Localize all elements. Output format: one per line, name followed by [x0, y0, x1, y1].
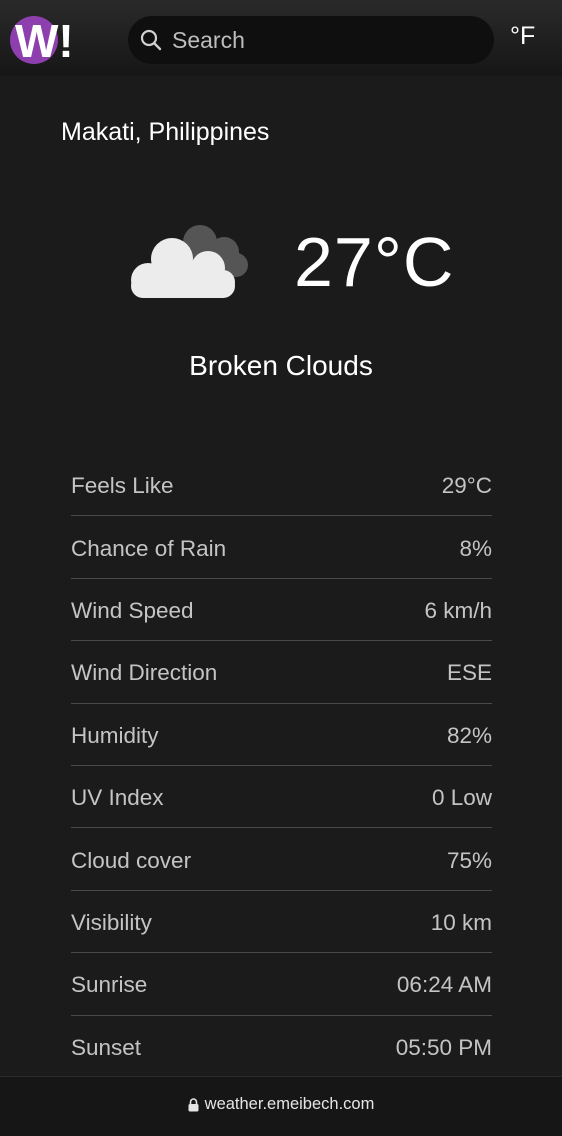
weather-details-list: Feels Like 29°C Chance of Rain 8% Wind S… [71, 455, 492, 1079]
detail-row-cloud-cover: Cloud cover 75% [71, 829, 492, 891]
detail-label: Feels Like [71, 473, 174, 499]
detail-value: 6 km/h [424, 597, 492, 623]
search-input[interactable] [172, 26, 462, 54]
detail-label: Sunset [71, 1034, 142, 1060]
location-title: Makati, Philippines [61, 118, 270, 146]
logo-text: W! [15, 15, 74, 66]
detail-row-feels-like: Feels Like 29°C [71, 455, 492, 517]
detail-row-wind-speed: Wind Speed 6 km/h [71, 580, 492, 642]
detail-label: Wind Direction [71, 660, 218, 686]
detail-value: 06:24 AM [396, 972, 492, 998]
detail-label: Visibility [71, 909, 152, 935]
current-temperature: 27°C [294, 223, 455, 301]
detail-value: 82% [446, 722, 492, 748]
weather-page: W! °F Makati, Philippines 27°C [0, 0, 562, 1136]
detail-row-visibility: Visibility 10 km [71, 892, 492, 954]
detail-value: 29°C [441, 473, 492, 499]
detail-value: 75% [446, 847, 492, 873]
detail-label: UV Index [71, 785, 164, 811]
detail-label: Humidity [71, 722, 159, 748]
app-logo[interactable]: W! [10, 14, 92, 66]
browser-url-bar[interactable]: weather.emeibech.com [0, 1076, 562, 1136]
weather-condition: Broken Clouds [189, 350, 373, 381]
detail-value: 8% [459, 535, 492, 561]
search-icon [140, 29, 162, 51]
detail-row-wind-direction: Wind Direction ESE [71, 642, 492, 704]
detail-value: ESE [446, 660, 492, 686]
lock-icon [188, 1097, 199, 1111]
detail-row-sunrise: Sunrise 06:24 AM [71, 954, 492, 1016]
detail-value: 0 Low [431, 785, 492, 811]
detail-row-chance-of-rain: Chance of Rain 8% [71, 517, 492, 579]
detail-label: Cloud cover [71, 847, 192, 873]
detail-row-sunset: Sunset 05:50 PM [71, 1017, 492, 1078]
detail-label: Sunrise [71, 972, 148, 998]
search-bar[interactable] [128, 16, 494, 64]
header-bar: W! °F [0, 0, 562, 76]
unit-toggle-button[interactable]: °F [510, 22, 535, 51]
detail-label: Chance of Rain [71, 535, 227, 561]
detail-row-humidity: Humidity 82% [71, 705, 492, 766]
detail-row-uv-index: UV Index 0 Low [71, 767, 492, 829]
detail-value: 05:50 PM [395, 1034, 492, 1060]
broken-clouds-icon [131, 225, 248, 298]
detail-label: Wind Speed [71, 597, 194, 623]
detail-value: 10 km [430, 909, 492, 935]
url-text[interactable]: weather.emeibech.com [205, 1095, 375, 1114]
